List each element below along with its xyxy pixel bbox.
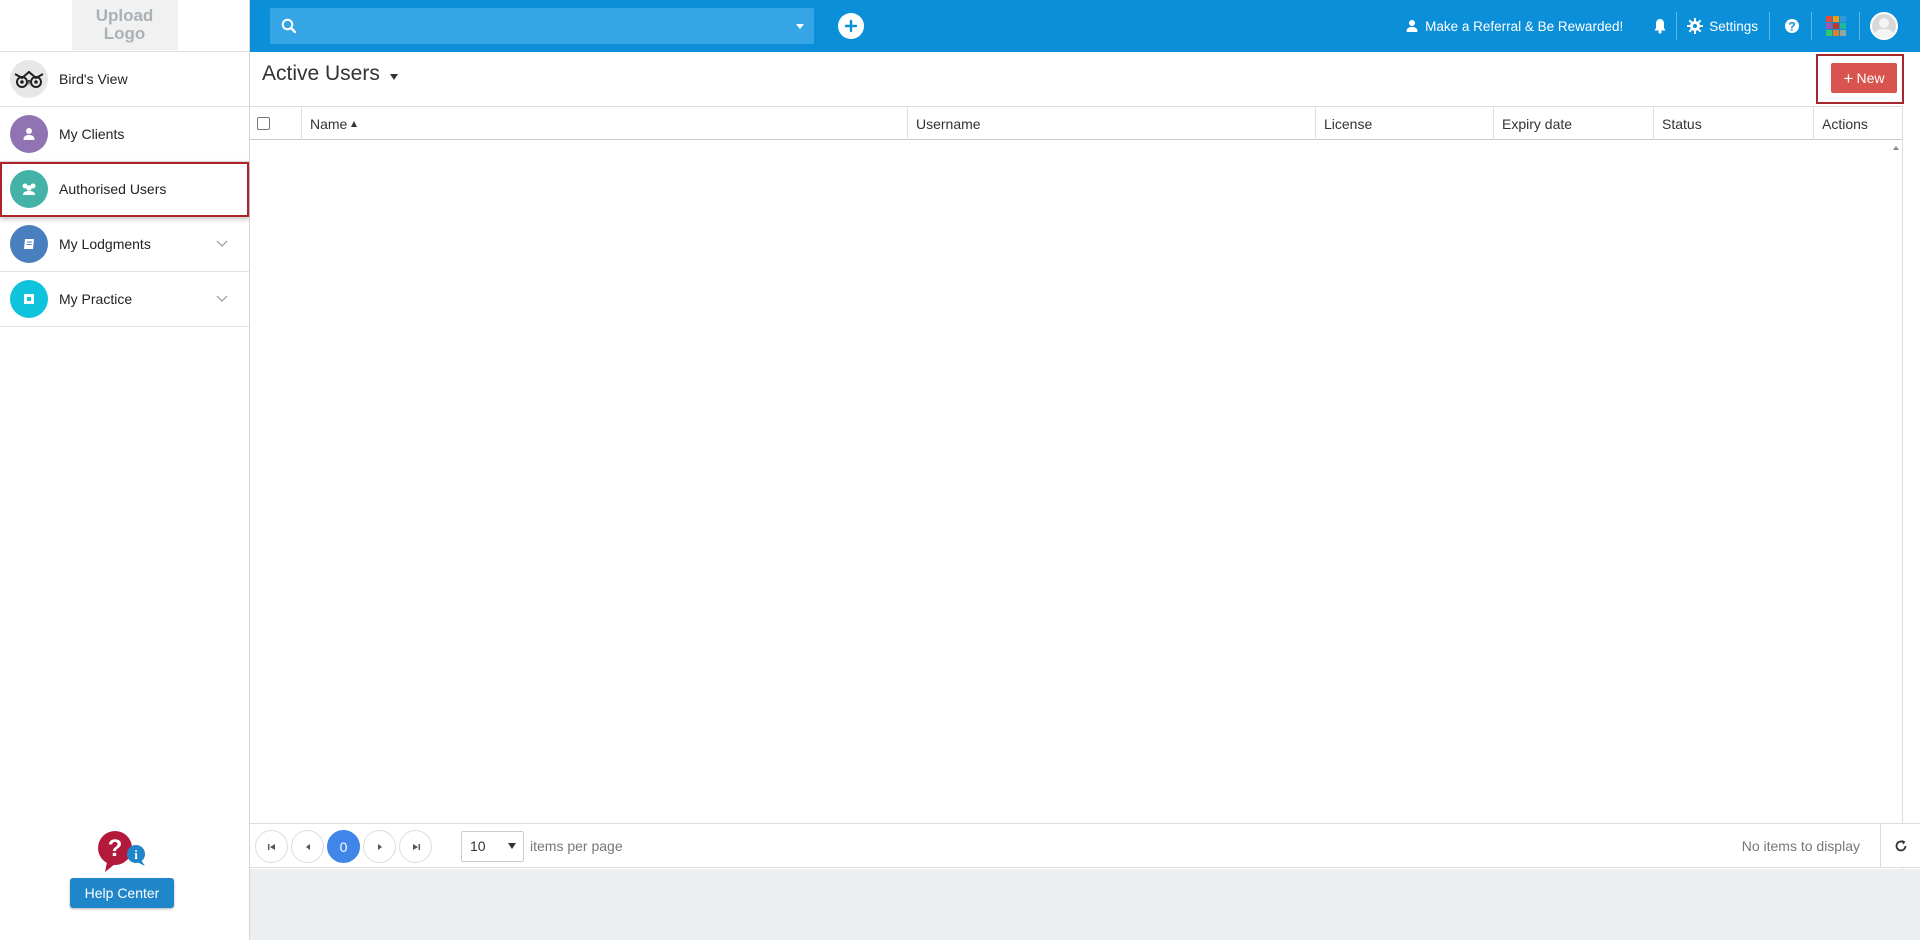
apps-grid-icon [1826,16,1846,36]
help-center-button[interactable]: Help Center [70,878,174,908]
column-label: Expiry date [1502,115,1573,132]
pager-info: No items to display [1741,838,1860,854]
apps-grid-button[interactable] [1812,0,1860,52]
settings-button[interactable]: Settings [1677,0,1770,52]
quick-add-button[interactable] [838,13,864,39]
column-header-name[interactable]: Name [302,107,908,140]
caret-down-icon [389,73,398,80]
refresh-button[interactable] [1880,824,1920,867]
column-label: Username [916,115,981,132]
page-title: Active Users [262,62,380,85]
items-per-page-label: items per page [530,838,623,854]
select-all-checkbox[interactable] [257,117,270,130]
refresh-icon [1895,839,1906,851]
users-group-icon [10,170,48,208]
current-page-button[interactable]: 0 [327,830,360,863]
sidebar-item-label: Bird's View [59,71,128,87]
upload-logo-placeholder[interactable]: Upload Logo [71,0,178,50]
sidebar-item-my-clients[interactable]: My Clients [0,107,249,162]
first-page-button[interactable] [255,830,288,863]
page-size-value: 10 [470,838,486,854]
column-header-username[interactable]: Username [908,107,1316,140]
search-icon [281,18,297,34]
practice-icon [10,280,48,318]
notifications-button[interactable] [1631,0,1678,52]
avatar [1870,12,1898,40]
sidebar-item-label: Authorised Users [59,181,167,197]
referral-label: Make a Referral & Be Rewarded! [1425,18,1624,34]
scroll-up-arrow-icon[interactable] [1893,146,1899,150]
referral-link[interactable]: Make a Referral & Be Rewarded! [1397,0,1631,52]
grid-header: Name Username License Expiry date Status… [250,107,1902,140]
search-dropdown-caret-icon[interactable] [796,24,804,29]
sort-ascending-icon [351,120,358,127]
column-header-license[interactable]: License [1316,107,1494,140]
new-button-label: New [1856,70,1885,86]
chevron-down-icon[interactable] [211,288,233,310]
column-header-status[interactable]: Status [1654,107,1814,140]
previous-page-icon [305,843,310,850]
svg-text:?: ? [1788,20,1795,34]
users-grid: Name Username License Expiry date Status… [250,106,1903,876]
previous-page-button[interactable] [291,830,324,863]
next-page-icon [377,843,382,850]
content-footer [250,869,1920,940]
sidebar-item-label: My Lodgments [59,236,151,252]
next-page-button[interactable] [363,830,396,863]
book-icon [10,225,48,263]
logo-text-line2: Logo [103,24,146,43]
bell-icon [1654,19,1666,34]
column-label: Name [310,115,348,132]
sidebar-item-authorised-users[interactable]: Authorised Users [0,162,249,217]
main-content: Active Users + New Name Username License… [250,52,1920,940]
question-circle-icon: ? [1785,19,1799,34]
select-all-header [250,107,302,140]
help-question-icon[interactable]: ? i [95,830,149,874]
grid-pager: 0 10 items per page No items to display [250,823,1920,868]
help-button[interactable]: ? [1770,0,1812,52]
search-input[interactable] [306,8,786,44]
last-page-icon [412,843,420,850]
chevron-down-icon[interactable] [211,233,233,255]
last-page-button[interactable] [399,830,432,863]
sidebar-item-label: My Practice [59,291,133,307]
help-center: ? i Help Center [70,830,174,908]
page-title-dropdown[interactable]: Active Users [262,62,398,86]
page-size-select[interactable]: 10 [461,831,524,862]
column-label: License [1324,115,1373,132]
user-avatar-button[interactable] [1860,0,1898,52]
app-root: Upload Logo Bird's View My Clients Autho… [0,0,1920,940]
svg-text:i: i [134,847,138,862]
sidebar-item-label: My Clients [59,126,125,142]
sidebar: Upload Logo Bird's View My Clients Autho… [0,0,250,940]
svg-text:?: ? [108,835,123,862]
gear-icon [1687,18,1704,34]
top-header: Make a Referral & Be Rewarded! Settings … [250,0,1920,52]
first-page-icon [267,843,275,850]
grid-body [250,140,1902,876]
user-icon [10,115,48,153]
logo-area: Upload Logo [0,0,249,52]
sidebar-item-my-lodgments[interactable]: My Lodgments [0,217,249,272]
sidebar-item-my-practice[interactable]: My Practice [0,272,249,327]
owl-icon [10,60,48,98]
sidebar-item-birds-view[interactable]: Bird's View [0,52,249,107]
column-label: Actions [1822,115,1868,132]
caret-down-icon [508,843,516,849]
user-icon [1406,20,1418,32]
settings-label: Settings [1709,18,1758,34]
header-actions: Make a Referral & Be Rewarded! Settings … [1397,0,1898,52]
plus-icon: + [1843,68,1854,88]
column-header-expiry-date[interactable]: Expiry date [1494,107,1654,140]
current-page-number: 0 [339,838,348,855]
plus-icon [844,19,858,33]
new-user-button[interactable]: + New [1831,63,1897,93]
search-box [270,8,814,44]
column-label: Status [1662,115,1702,132]
column-header-actions: Actions [1814,107,1902,140]
grid-vertical-scrollbar[interactable] [1890,140,1902,877]
logo-text-line1: Upload [95,6,154,25]
